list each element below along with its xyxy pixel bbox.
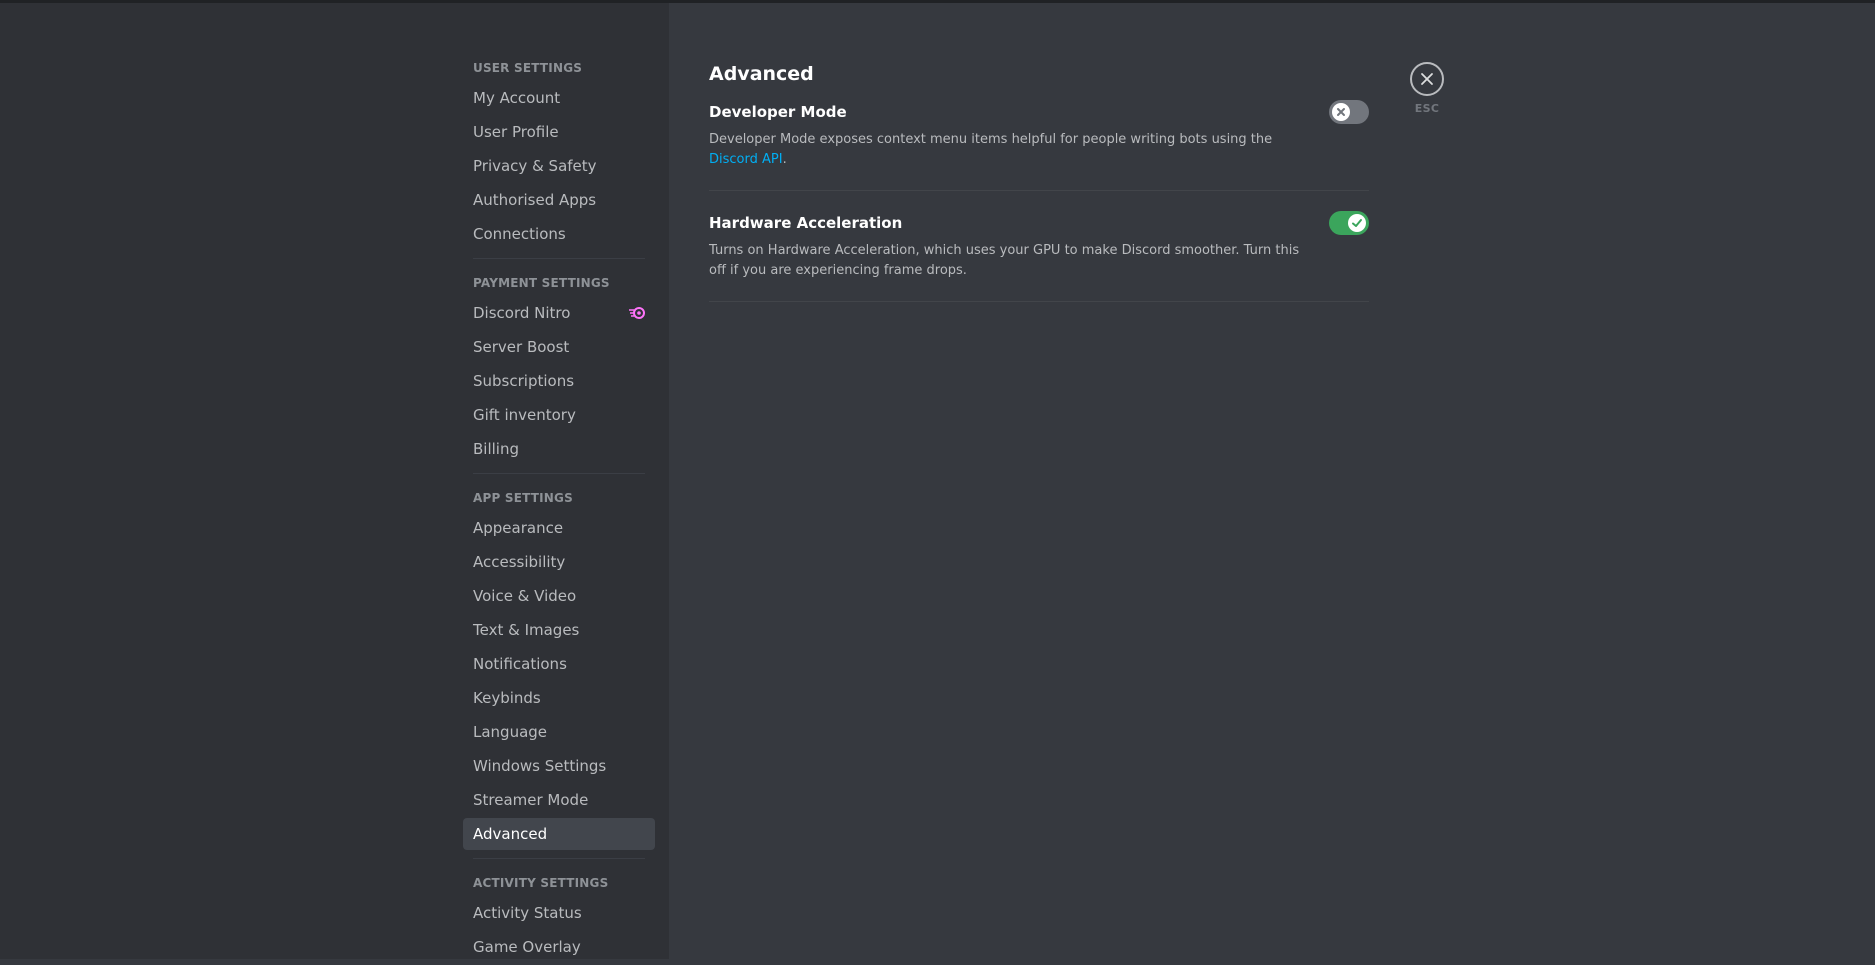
- sidebar-separator: [473, 858, 645, 859]
- setting-description: Developer Mode exposes context menu item…: [709, 130, 1319, 170]
- sidebar-item-appearance[interactable]: Appearance: [463, 512, 655, 544]
- sidebar-item-activity-status[interactable]: Activity Status: [463, 897, 655, 929]
- sidebar-item-voice-video[interactable]: Voice & Video: [463, 580, 655, 612]
- close-icon: [1421, 73, 1433, 85]
- sidebar-item-windows-settings[interactable]: Windows Settings: [463, 750, 655, 782]
- sidebar-item-my-account[interactable]: My Account: [463, 82, 655, 114]
- sidebar-item-connections[interactable]: Connections: [463, 218, 655, 250]
- settings-sidebar: User Settings My Account User Profile Pr…: [463, 60, 655, 965]
- x-icon: [1337, 108, 1345, 116]
- sidebar-item-authorised-apps[interactable]: Authorised Apps: [463, 184, 655, 216]
- section-header-app-settings: App Settings: [473, 491, 573, 505]
- section-header-payment-settings: Payment Settings: [473, 276, 610, 290]
- setting-title: Hardware Acceleration: [709, 214, 903, 232]
- section-header-user-settings: User Settings: [473, 61, 583, 75]
- sidebar-item-discord-nitro[interactable]: Discord Nitro: [463, 297, 655, 329]
- description-text: Developer Mode exposes context menu item…: [709, 132, 1273, 147]
- sidebar-item-billing[interactable]: Billing: [463, 433, 655, 465]
- esc-label: ESC: [1414, 102, 1440, 115]
- hardware-acceleration-toggle[interactable]: [1329, 211, 1369, 235]
- check-icon: [1352, 219, 1362, 227]
- close-settings: ESC: [1408, 62, 1446, 115]
- sidebar-item-notifications[interactable]: Notifications: [463, 648, 655, 680]
- sidebar-item-keybinds[interactable]: Keybinds: [463, 682, 655, 714]
- section-header-activity-settings: Activity Settings: [473, 876, 609, 890]
- sidebar-item-user-profile[interactable]: User Profile: [463, 116, 655, 148]
- sidebar-item-text-images[interactable]: Text & Images: [463, 614, 655, 646]
- sidebar-item-advanced[interactable]: Advanced: [463, 818, 655, 850]
- toggle-knob: [1348, 214, 1366, 232]
- sidebar-item-privacy-safety[interactable]: Privacy & Safety: [463, 150, 655, 182]
- sidebar-item-game-overlay[interactable]: Game Overlay: [463, 931, 655, 963]
- sidebar-item-server-boost[interactable]: Server Boost: [463, 331, 655, 363]
- sidebar-separator: [473, 258, 645, 259]
- sidebar-item-gift-inventory[interactable]: Gift inventory: [463, 399, 655, 431]
- discord-api-link[interactable]: Discord API: [709, 152, 783, 167]
- page-title: Advanced: [709, 63, 814, 85]
- sidebar-item-label: Discord Nitro: [473, 304, 571, 322]
- toggle-knob: [1332, 103, 1350, 121]
- sidebar-item-streamer-mode[interactable]: Streamer Mode: [463, 784, 655, 816]
- nitro-icon: [629, 307, 645, 319]
- developer-mode-toggle[interactable]: [1329, 100, 1369, 124]
- sidebar-item-accessibility[interactable]: Accessibility: [463, 546, 655, 578]
- sidebar-separator: [473, 473, 645, 474]
- setting-description: Turns on Hardware Acceleration, which us…: [709, 243, 1300, 278]
- setting-hardware-acceleration: Hardware Acceleration Turns on Hardware …: [709, 211, 1369, 302]
- sidebar-item-language[interactable]: Language: [463, 716, 655, 748]
- description-suffix: .: [782, 152, 787, 167]
- setting-developer-mode: Developer Mode Developer Mode exposes co…: [709, 100, 1369, 191]
- settings-content: Advanced Developer Mode Developer Mode e…: [709, 60, 1369, 322]
- close-button[interactable]: [1410, 62, 1444, 96]
- sidebar-item-subscriptions[interactable]: Subscriptions: [463, 365, 655, 397]
- setting-title: Developer Mode: [709, 103, 847, 121]
